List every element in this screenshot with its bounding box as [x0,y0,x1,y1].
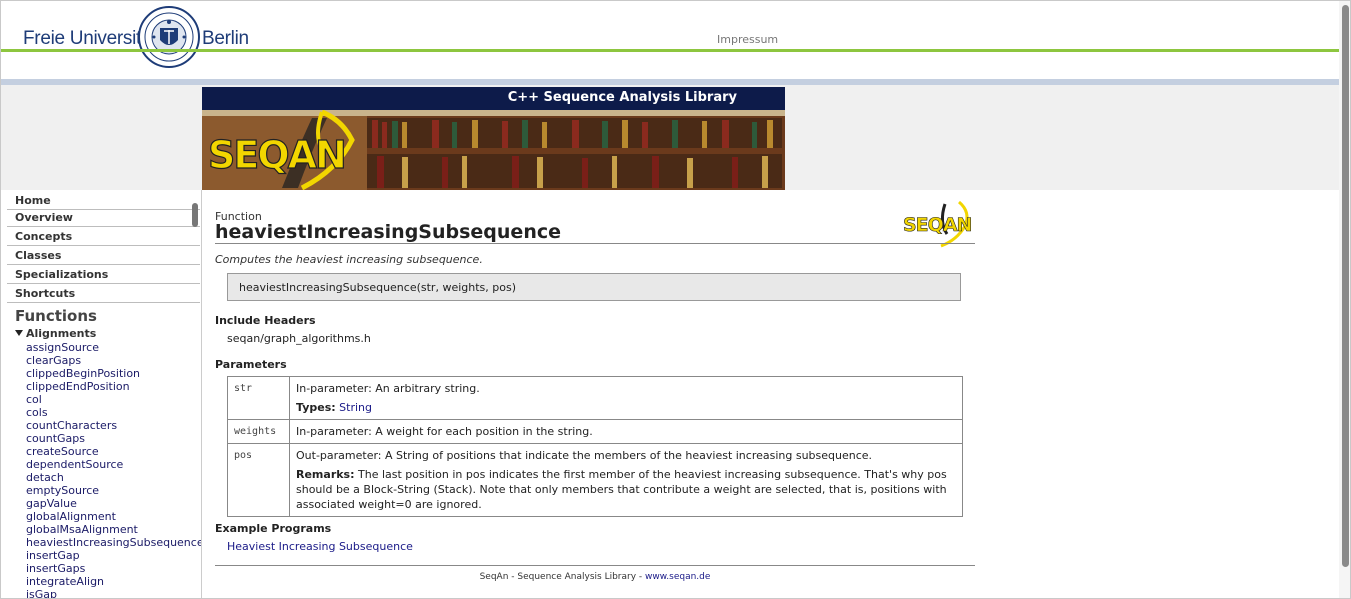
example-program-link[interactable]: Heaviest Increasing Subsequence [227,540,413,553]
seqan-banner: C++ Sequence Analysis Library SEQAN [202,87,785,190]
fu-brand-right[interactable]: Berlin [202,28,249,50]
function-link[interactable]: dependentSource [26,458,201,471]
include-headers-heading: Include Headers [215,314,316,327]
table-row: weights In-parameter: A weight for each … [227,419,963,444]
triangle-down-icon [15,330,23,336]
footer-seqan-link[interactable]: www.seqan.de [645,572,710,582]
sidebar-nav: Home Overview Concepts Classes Specializ… [1,190,202,598]
include-header-value: seqan/graph_algorithms.h [227,332,371,345]
function-link[interactable]: countGaps [26,432,201,445]
function-link[interactable]: globalMsaAlignment [26,523,201,536]
param-description: In-parameter: A weight for each position… [289,419,963,444]
function-link[interactable]: assignSource [26,341,201,354]
nav-home[interactable]: Home [7,192,200,210]
function-link[interactable]: integrateAlign [26,575,201,588]
function-link[interactable]: insertGaps [26,562,201,575]
types-label: Types: [296,401,336,414]
banner-title: C++ Sequence Analysis Library [507,90,737,105]
alignments-group-toggle[interactable]: Alignments [15,327,96,340]
browser-viewport: Freie Universität Berlin Impressum C++ S… [0,0,1351,599]
fu-brand-left[interactable]: Freie Universität [23,28,157,50]
param-remarks: Remarks: The last position in pos indica… [296,467,956,512]
nav-classes[interactable]: Classes [7,247,200,265]
function-link[interactable]: createSource [26,445,201,458]
table-row: pos Out-parameter: A String of positions… [227,443,963,517]
function-link[interactable]: insertGap [26,549,201,562]
nav-shortcuts[interactable]: Shortcuts [7,285,200,303]
function-link[interactable]: col [26,393,201,406]
type-link-string[interactable]: String [339,401,372,414]
page-title: heaviestIncreasingSubsequence [215,221,561,243]
impressum-link[interactable]: Impressum [717,33,778,46]
parameters-heading: Parameters [215,358,287,371]
example-programs-heading: Example Programs [215,522,332,535]
param-types: Types: String [296,400,956,415]
site-header: Freie Universität Berlin Impressum [1,1,1350,79]
title-divider [215,243,975,244]
function-summary: Computes the heaviest increasing subsequ… [215,253,483,266]
function-link[interactable]: detach [26,471,201,484]
nav-concepts[interactable]: Concepts [7,228,200,246]
footer-divider [215,565,975,566]
function-link[interactable]: clearGaps [26,354,201,367]
param-name: weights [227,419,290,444]
seqan-logo[interactable]: SEQAN [206,130,376,180]
fu-seal-icon[interactable] [138,6,200,68]
function-link[interactable]: emptySource [26,484,201,497]
param-name: str [227,376,290,420]
header-green-rule [1,49,1350,52]
function-link[interactable]: heaviestIncreasingSubsequence [26,536,201,549]
banner-title-bar: C++ Sequence Analysis Library [202,87,785,110]
function-link[interactable]: countCharacters [26,419,201,432]
parameters-table: str In-parameter: An arbitrary string. T… [227,376,963,517]
param-desc-text: In-parameter: An arbitrary string. [296,382,480,395]
remarks-text: The last position in pos indicates the f… [296,468,947,511]
function-link[interactable]: clippedEndPosition [26,380,201,393]
seqan-small-logo-text: SEQAN [903,214,972,236]
functions-heading: Functions [15,307,97,325]
nav-specializations[interactable]: Specializations [7,266,200,284]
param-desc-text: Out-parameter: A String of positions tha… [296,449,873,462]
function-link[interactable]: clippedBeginPosition [26,367,201,380]
alignments-group-label: Alignments [26,327,97,340]
function-link[interactable]: isGap [26,588,201,598]
table-row: str In-parameter: An arbitrary string. T… [227,376,963,420]
footer-text: SeqAn - Sequence Analysis Library - [479,572,646,582]
function-link[interactable]: cols [26,406,201,419]
function-signature: heaviestIncreasingSubsequence(str, weigh… [227,273,961,301]
sidebar-scrollbar[interactable] [192,203,198,227]
param-description: Out-parameter: A String of positions tha… [289,443,963,517]
seqan-logo-text: SEQAN [208,133,345,177]
function-link[interactable]: gapValue [26,497,201,510]
param-name: pos [227,443,290,517]
footer: SeqAn - Sequence Analysis Library - www.… [215,572,975,582]
param-description: In-parameter: An arbitrary string. Types… [289,376,963,420]
nav-overview[interactable]: Overview [7,209,200,227]
page-scrollbar-thumb[interactable] [1342,5,1349,567]
function-link[interactable]: globalAlignment [26,510,201,523]
remarks-label: Remarks: [296,468,355,481]
function-list: assignSource clearGaps clippedBeginPosit… [26,341,201,598]
seqan-small-logo: SEQAN [903,200,973,248]
